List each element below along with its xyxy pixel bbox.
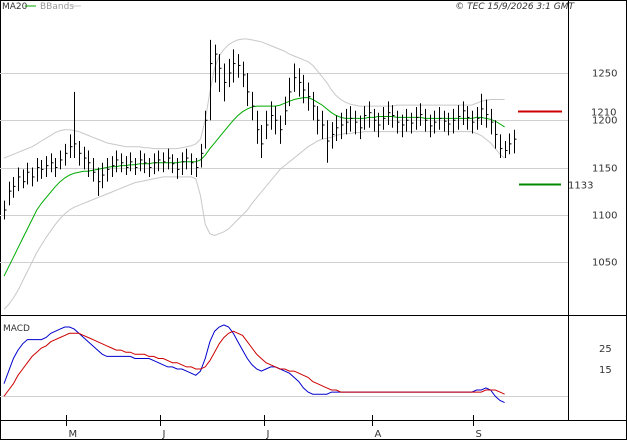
copyright-timestamp: © TEC 15/9/2026 3:1 GMT [455,2,575,12]
macd-title: MACD [3,324,30,334]
price-y-tick-label: 1250 [592,69,617,80]
target-low-label: 1133 [568,181,593,192]
legend-bbands: BBands [40,2,74,12]
stock-chart: 12101133 12501200115011001050 2515 MJJAS… [0,0,627,440]
macd-y-tick-label: 25 [599,344,612,355]
macd-y-tick-label: 15 [599,365,612,376]
x-tick-label: A [375,429,382,440]
price-y-tick-label: 1150 [592,164,617,175]
x-tick-label: J [266,429,270,440]
x-tick-label: J [162,429,166,440]
legend-ma20: MA20 [2,2,28,12]
x-tick-label: S [476,429,482,440]
x-tick-label: M [69,429,78,440]
price-y-tick-label: 1200 [592,116,617,127]
price-y-tick-label: 1050 [592,258,617,269]
price-y-tick-label: 1100 [592,211,617,222]
